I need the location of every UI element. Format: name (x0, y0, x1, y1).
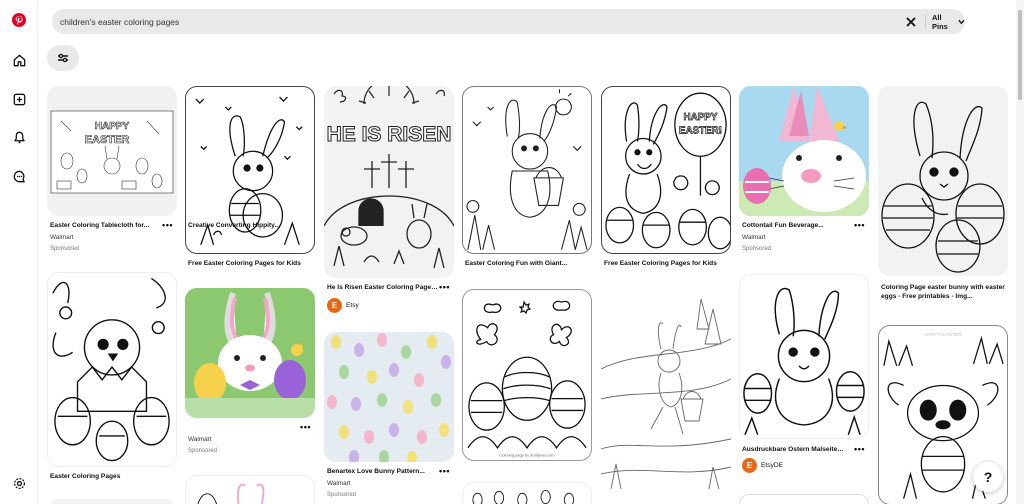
pin-card[interactable] (601, 289, 731, 489)
pin-image[interactable] (462, 482, 592, 504)
sponsored-label: Sponsored (50, 246, 80, 252)
top-bar: All Pins (38, 0, 1024, 42)
more-options-icon[interactable]: ••• (439, 282, 450, 292)
pin-card[interactable]: Easter Coloring Fun with Giant... (462, 86, 592, 276)
easter-text: EASTER! (679, 126, 722, 137)
pin-image[interactable] (185, 475, 315, 504)
pin-card[interactable]: HE IS RISEN He Is Risen Easter Coloring … (324, 86, 454, 318)
pin-source[interactable]: Walmart (742, 234, 766, 241)
create-icon[interactable] (9, 89, 29, 109)
search-divider (925, 14, 926, 29)
pin-grid: HAPPY EASTER Easter Coloring Tablecloth … (47, 86, 1013, 504)
pin-card[interactable]: Free Easter Coloring Pages for Kids (185, 86, 315, 276)
home-icon[interactable] (9, 50, 29, 70)
pin-image-bunny-sitting[interactable] (739, 274, 869, 439)
filter-button[interactable] (47, 45, 79, 71)
sponsored-label: Sponsored (327, 492, 357, 498)
more-options-icon[interactable]: ••• (162, 220, 173, 230)
avatar[interactable]: E (327, 298, 342, 313)
he-is-risen-text: HE IS RISEN (327, 123, 452, 146)
pin-card[interactable] (462, 482, 592, 504)
sponsored-label: Sponsored (742, 246, 772, 252)
pin-title[interactable]: Easter Coloring Tablecloth for... (50, 222, 155, 231)
page-scrollbar[interactable] (1016, 0, 1024, 504)
pin-image-egg-fabric[interactable] (324, 332, 454, 462)
pin-card[interactable]: Coloring Page easter bunny with easter e… (878, 86, 1008, 318)
chevron-down-icon (958, 19, 965, 24)
more-options-icon[interactable]: ••• (854, 444, 865, 454)
search-scope-dropdown[interactable]: All Pins (932, 12, 965, 31)
pin-card[interactable] (185, 475, 315, 504)
pin-title[interactable]: He Is Risen Easter Coloring Page f... (327, 284, 439, 293)
pin-source[interactable]: EtsyDE (761, 462, 783, 469)
image-header-text: HAPPY EASTER (924, 332, 962, 338)
pin-title[interactable]: Cottontail Fun Beverage... (742, 222, 847, 231)
filter-sliders-icon (58, 53, 68, 63)
svg-text:HAPPY: HAPPY (95, 121, 130, 132)
pin-image-plush-bunny[interactable] (185, 288, 315, 418)
pin-card[interactable]: Creative Converting Hippity... ••• Walma… (185, 222, 315, 460)
pin-source[interactable]: Walmart (188, 436, 212, 443)
pin-title[interactable]: Free Easter Coloring Pages for Kids (188, 260, 313, 269)
pin-image[interactable] (739, 494, 869, 504)
settings-gear-icon[interactable] (9, 473, 29, 493)
image-caption: Coloring page by artofpixel.com (499, 453, 555, 458)
left-nav-rail (0, 0, 38, 504)
pin-image-easter-eggs-flowers[interactable]: Coloring page by artofpixel.com (462, 289, 592, 461)
pin-card[interactable]: Easter Coloring Pages (47, 272, 177, 484)
pinterest-logo-icon[interactable] (9, 10, 29, 30)
pin-card[interactable] (739, 494, 869, 504)
messages-icon[interactable] (9, 166, 29, 186)
pin-title[interactable]: Creative Converting Hippity... (188, 222, 293, 231)
pin-card[interactable]: Cottontail Fun Beverage... ••• Walmart S… (739, 86, 869, 258)
pin-image-happy-easter-bunny[interactable]: HAPPY EASTER! (601, 86, 731, 254)
pin-image-bunny-running[interactable] (601, 289, 731, 489)
search-scope-label: All Pins (932, 12, 948, 31)
notifications-bell-icon[interactable] (9, 127, 29, 147)
happy-text: HAPPY (684, 112, 718, 123)
search-bar: All Pins (52, 9, 965, 34)
pin-source[interactable]: Etsy (346, 302, 359, 309)
pin-card[interactable]: HAPPY EASTER Easter Coloring Tablecloth … (47, 86, 177, 258)
pin-card[interactable]: Benartex Love Bunny Pattern... ••• Walma… (324, 332, 454, 504)
svg-text:EASTER: EASTER (85, 134, 130, 146)
pin-card[interactable]: Coloring page by artofpixel.com (462, 289, 592, 461)
pin-card[interactable]: HAPPY EASTER! Free Easter Coloring Pages… (601, 86, 731, 276)
pin-source[interactable]: Walmart (327, 480, 351, 487)
pin-image-bunny-eggs[interactable] (878, 86, 1008, 276)
pin-title[interactable]: Benartex Love Bunny Pattern... (327, 468, 432, 477)
pin-source[interactable]: Walmart (50, 234, 74, 241)
scrollbar-thumb[interactable] (1018, 10, 1022, 100)
pin-image-bunny-basket[interactable] (462, 86, 592, 254)
pin-card[interactable] (47, 499, 177, 504)
pin-image-cottontail[interactable] (739, 86, 869, 216)
more-options-icon[interactable]: ••• (854, 220, 865, 230)
search-input[interactable] (60, 13, 880, 30)
sponsored-label: Sponsored (188, 448, 218, 454)
pin-card[interactable]: Ausdruckbare Ostern Malseiten fü... ••• … (739, 274, 869, 489)
pin-title[interactable]: Easter Coloring Pages (50, 473, 170, 482)
clear-search-icon[interactable] (904, 15, 918, 29)
more-options-icon[interactable]: ••• (300, 422, 311, 432)
pin-image-he-is-risen[interactable]: HE IS RISEN (324, 86, 454, 278)
pin-title[interactable]: Easter Coloring Fun with Giant... (465, 260, 590, 269)
avatar[interactable]: E (742, 458, 757, 473)
pin-image-tablecloth[interactable]: HAPPY EASTER (47, 86, 177, 216)
pin-image[interactable] (47, 499, 177, 504)
pin-title[interactable]: Free Easter Coloring Pages for Kids (604, 260, 729, 269)
help-button[interactable]: ? (973, 462, 1003, 492)
pin-title[interactable]: Coloring Page easter bunny with easter e… (881, 284, 1006, 301)
more-options-icon[interactable]: ••• (439, 466, 450, 476)
pin-image-chick[interactable] (47, 272, 177, 467)
pin-title[interactable]: Ausdruckbare Ostern Malseiten fü... (742, 446, 847, 455)
